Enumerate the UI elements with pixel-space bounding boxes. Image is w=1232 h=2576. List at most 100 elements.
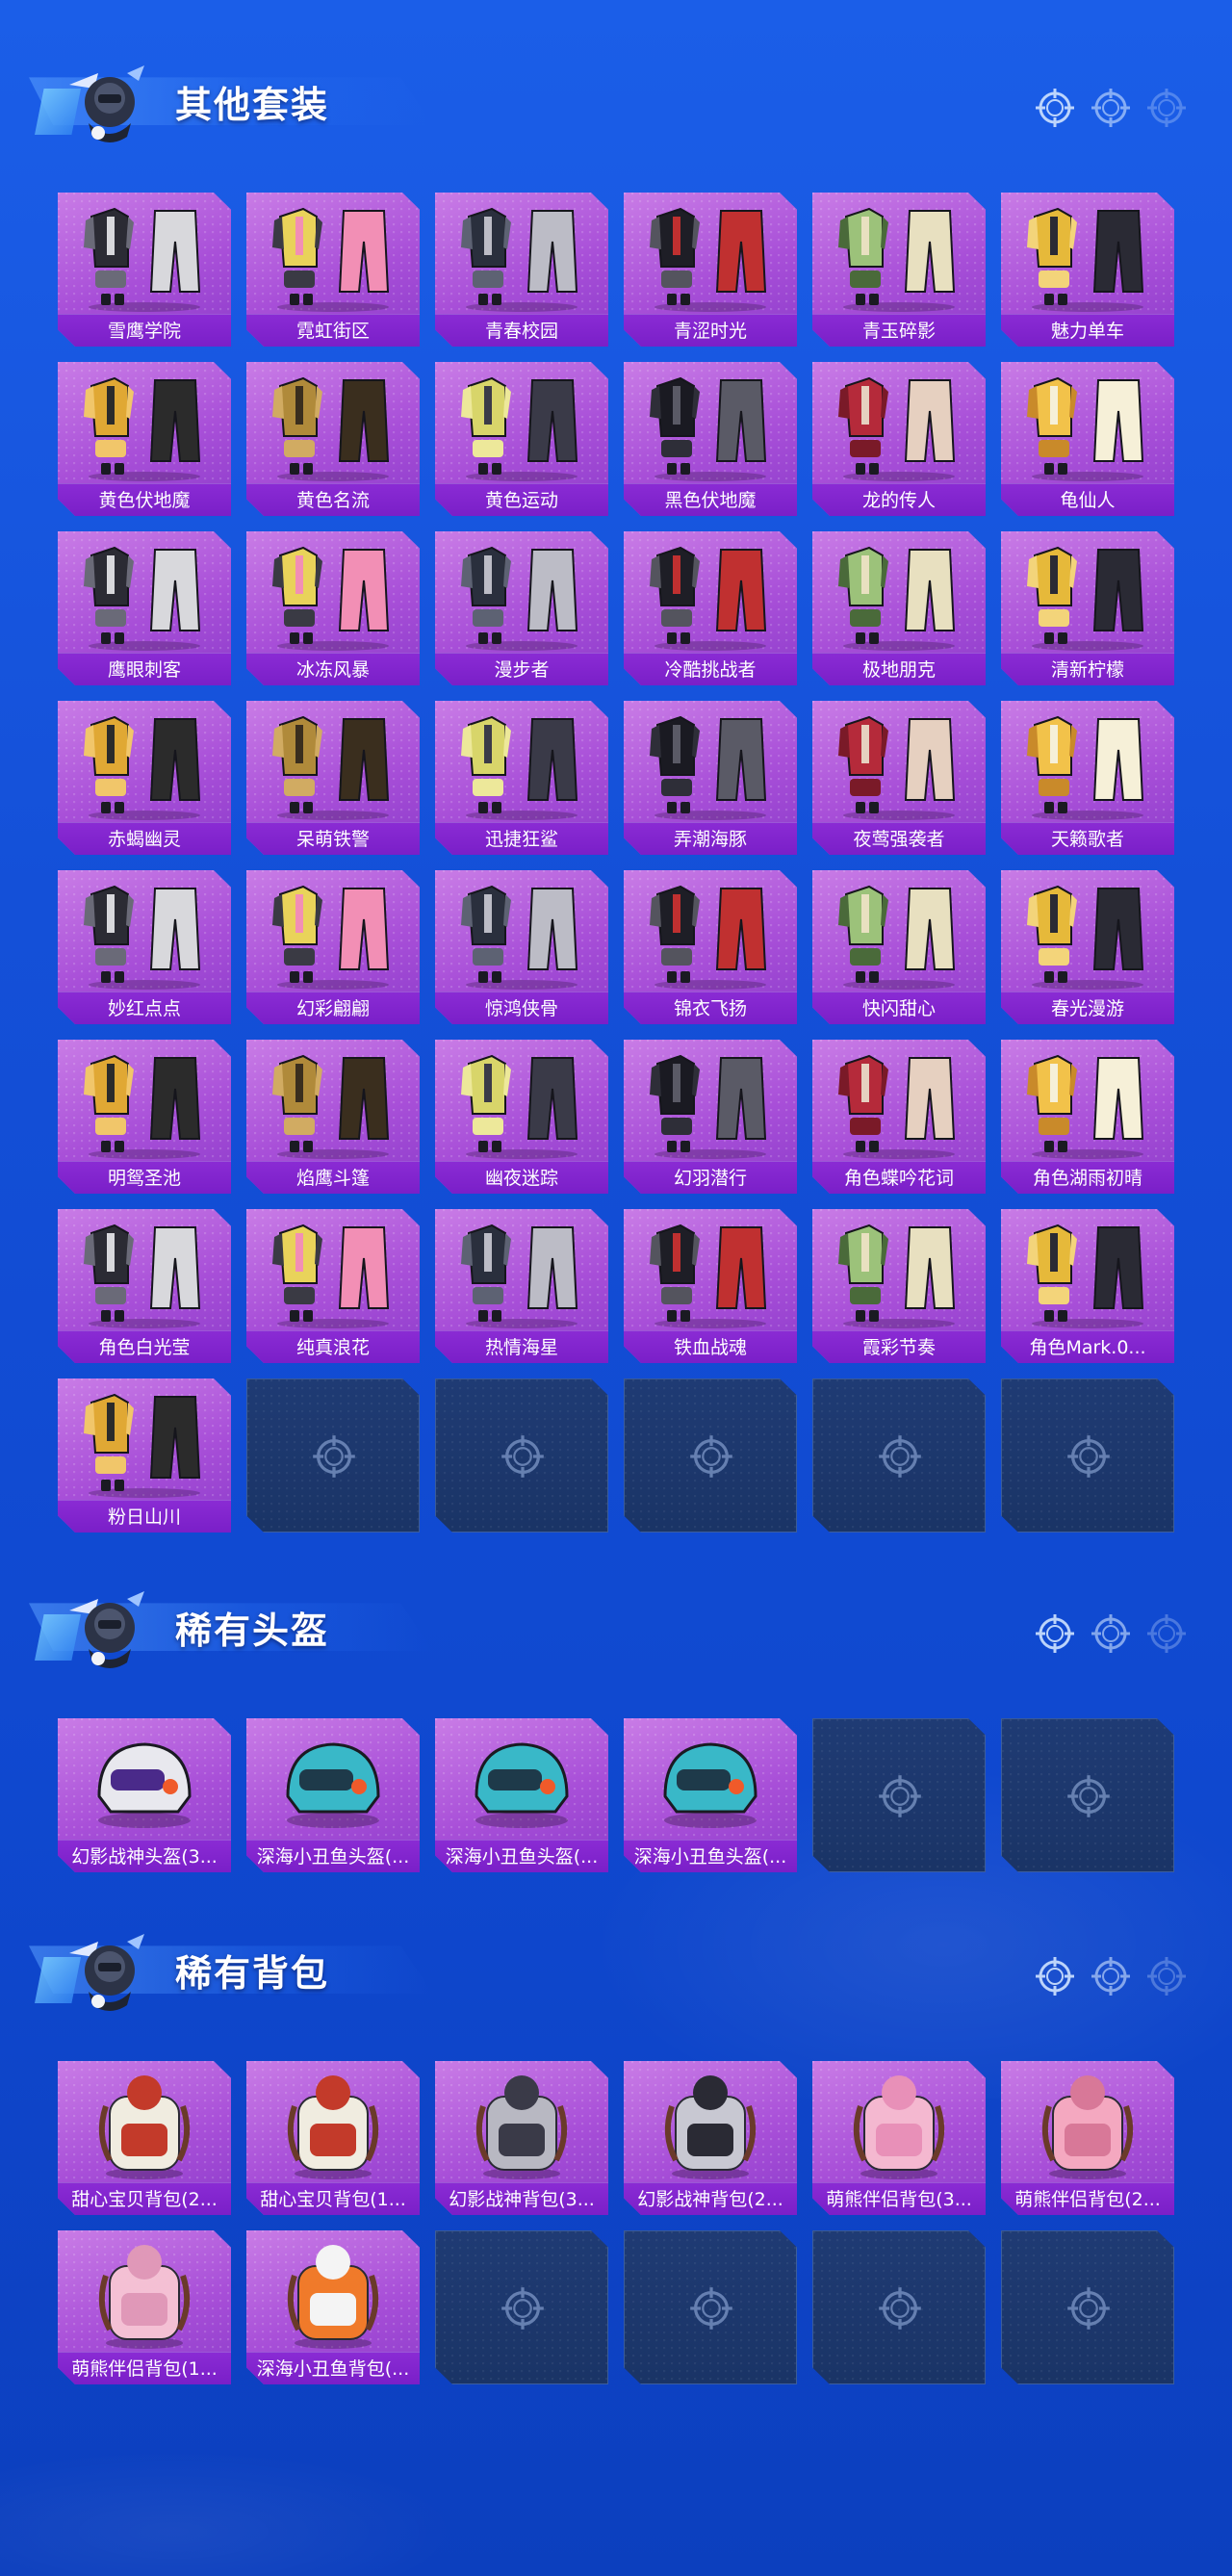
outfit-tile[interactable]: 妙红点点 (58, 870, 231, 1024)
backpack-tile[interactable]: 深海小丑鱼背包(... (246, 2230, 420, 2384)
helmet-tile[interactable]: 深海小丑鱼头盔(... (246, 1718, 420, 1872)
outfit-tile[interactable]: 呆萌铁警 (246, 701, 420, 855)
backpack-tile[interactable]: 幻影战神背包(2... (624, 2061, 797, 2215)
item-label: 冷酷挑战者 (624, 653, 797, 685)
outfit-tile[interactable]: 惊鸿侠骨 (435, 870, 608, 1024)
backpack-tile[interactable]: 幻影战神背包(3... (435, 2061, 608, 2215)
outfit-tile[interactable]: 锦衣飞扬 (624, 870, 797, 1024)
outfit-tile[interactable]: 天籁歌者 (1001, 701, 1174, 855)
item-label: 幻影战神头盔(3... (58, 1840, 231, 1872)
backpack-tile[interactable]: 萌熊伴侣背包(2... (1001, 2061, 1174, 2215)
backpack-tile[interactable]: 甜心宝贝背包(2... (58, 2061, 231, 2215)
outfit-tile[interactable]: 极地朋克 (812, 531, 986, 685)
helmet-tile[interactable]: 幻影战神头盔(3... (58, 1718, 231, 1872)
outfit-tile[interactable]: 迅捷狂鲨 (435, 701, 608, 855)
section-title: 其他套装 (175, 84, 330, 126)
outfit-tile[interactable]: 角色Mark.0... (1001, 1209, 1174, 1363)
crosshair-icon (688, 1433, 734, 1480)
outfit-tile[interactable]: 明鸳圣池 (58, 1040, 231, 1194)
crosshair-icon (1145, 1612, 1188, 1655)
outfit-tile[interactable]: 漫步者 (435, 531, 608, 685)
section-header: 稀有头盔 (0, 1564, 1232, 1670)
outfit-tile[interactable]: 黄色伏地魔 (58, 362, 231, 516)
outfit-tile[interactable]: 青涩时光 (624, 193, 797, 347)
item-label: 弄潮海豚 (624, 822, 797, 855)
outfit-tile[interactable]: 冷酷挑战者 (624, 531, 797, 685)
outfit-tile[interactable]: 龟仙人 (1001, 362, 1174, 516)
helmet-tile[interactable]: 深海小丑鱼头盔(... (624, 1718, 797, 1872)
outfit-tile[interactable]: 焰鹰斗篷 (246, 1040, 420, 1194)
outfit-tile[interactable]: 赤蝎幽灵 (58, 701, 231, 855)
item-label: 黑色伏地魔 (624, 483, 797, 516)
backpack-icon (624, 2067, 797, 2182)
item-label: 焰鹰斗篷 (246, 1161, 420, 1194)
empty-slot (624, 2230, 797, 2384)
outfit-tile[interactable]: 霓虹街区 (246, 193, 420, 347)
outfit-tile[interactable]: 幻羽潜行 (624, 1040, 797, 1194)
item-label: 幻影战神背包(3... (435, 2182, 608, 2215)
crosshair-icon (1034, 87, 1076, 129)
outfit-tile[interactable]: 魅力单车 (1001, 193, 1174, 347)
item-label: 热情海星 (435, 1330, 608, 1363)
outfit-tile[interactable]: 快闪甜心 (812, 870, 986, 1024)
outfit-icon (58, 707, 231, 822)
item-grid: 甜心宝贝背包(2... 甜心宝贝背包(1... 幻影战神背包(3... 幻影战神背包(… (58, 2061, 1174, 2384)
outfit-icon (246, 1215, 420, 1330)
outfit-tile[interactable]: 龙的传人 (812, 362, 986, 516)
backpack-icon (246, 2236, 420, 2352)
outfit-tile[interactable]: 幻彩翩翩 (246, 870, 420, 1024)
outfit-tile[interactable]: 铁血战魂 (624, 1209, 797, 1363)
outfit-icon (812, 876, 986, 992)
outfit-tile[interactable]: 黑色伏地魔 (624, 362, 797, 516)
outfit-tile[interactable]: 黄色运动 (435, 362, 608, 516)
outfit-tile[interactable]: 鹰眼刺客 (58, 531, 231, 685)
outfit-icon (812, 198, 986, 314)
outfit-icon (246, 876, 420, 992)
crosshair-icon (1065, 2285, 1112, 2331)
item-label: 深海小丑鱼头盔(... (624, 1840, 797, 1872)
outfit-tile[interactable]: 角色蝶吟花词 (812, 1040, 986, 1194)
helmet-icon (435, 1724, 608, 1840)
outfit-tile[interactable]: 角色湖雨初晴 (1001, 1040, 1174, 1194)
outfit-tile[interactable]: 雪鹰学院 (58, 193, 231, 347)
outfit-tile[interactable]: 青玉碎影 (812, 193, 986, 347)
outfit-tile[interactable]: 春光漫游 (1001, 870, 1174, 1024)
outfit-icon (246, 368, 420, 483)
outfit-tile[interactable]: 弄潮海豚 (624, 701, 797, 855)
item-label: 快闪甜心 (812, 992, 986, 1024)
outfit-tile[interactable]: 清新柠檬 (1001, 531, 1174, 685)
outfit-tile[interactable]: 霞彩节奏 (812, 1209, 986, 1363)
outfit-icon (435, 537, 608, 653)
backpack-icon (58, 2067, 231, 2182)
item-label: 深海小丑鱼头盔(... (246, 1840, 420, 1872)
outfit-tile[interactable]: 角色白光莹 (58, 1209, 231, 1363)
outfit-tile[interactable]: 幽夜迷踪 (435, 1040, 608, 1194)
item-label: 龟仙人 (1001, 483, 1174, 516)
helmet-icon (246, 1724, 420, 1840)
outfit-icon (435, 198, 608, 314)
outfit-tile[interactable]: 粉日山川 (58, 1378, 231, 1533)
outfit-tile[interactable]: 热情海星 (435, 1209, 608, 1363)
outfit-tile[interactable]: 青春校园 (435, 193, 608, 347)
outfit-tile[interactable]: 纯真浪花 (246, 1209, 420, 1363)
outfit-tile[interactable]: 黄色名流 (246, 362, 420, 516)
item-label: 甜心宝贝背包(1... (246, 2182, 420, 2215)
outfit-tile[interactable]: 冰冻风暴 (246, 531, 420, 685)
outfit-icon (246, 1045, 420, 1161)
section-title: 稀有背包 (175, 1952, 330, 1995)
helmet-tile[interactable]: 深海小丑鱼头盔(... (435, 1718, 608, 1872)
outfit-icon (246, 198, 420, 314)
empty-slot (812, 2230, 986, 2384)
backpack-tile[interactable]: 萌熊伴侣背包(3... (812, 2061, 986, 2215)
section-header: 其他套装 (0, 39, 1232, 144)
outfit-icon (1001, 198, 1174, 314)
crosshair-icon (1145, 87, 1188, 129)
item-label: 漫步者 (435, 653, 608, 685)
outfit-tile[interactable]: 夜莺强袭者 (812, 701, 986, 855)
backpack-tile[interactable]: 甜心宝贝背包(1... (246, 2061, 420, 2215)
outfit-icon (58, 876, 231, 992)
backpack-tile[interactable]: 萌熊伴侣背包(1... (58, 2230, 231, 2384)
crosshair-icon (1090, 1612, 1132, 1655)
outfit-icon (1001, 368, 1174, 483)
item-label: 青玉碎影 (812, 314, 986, 347)
